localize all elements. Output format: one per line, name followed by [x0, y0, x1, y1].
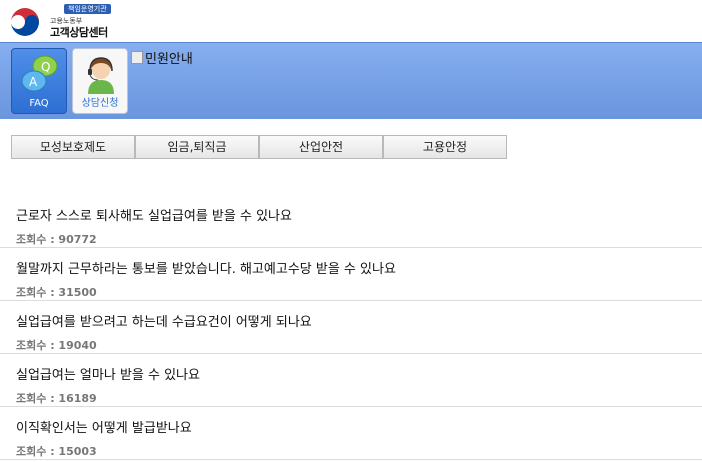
consultation-label: 상담신청 [81, 98, 119, 109]
view-count: 조회수 : 19040 [16, 339, 97, 352]
faq-label: FAQ [29, 98, 49, 109]
view-count: 조회수 : 15003 [16, 445, 97, 458]
list-item[interactable]: 월말까지 근무하라는 통보를 받았습니다. 해고예고수당 받을 수 있나요 조회… [0, 248, 702, 301]
counselor-headset-icon [88, 57, 114, 94]
view-count: 조회수 : 16189 [16, 392, 97, 405]
list-item[interactable]: 근로자 스스로 퇴사해도 실업급여를 받을 수 있나요 조회수 : 90772 [0, 195, 702, 248]
broken-image-icon [131, 51, 143, 64]
center-title[interactable]: 고객상담센터 [50, 24, 108, 40]
svg-text:A: A [29, 75, 38, 89]
category-tabs: 모성보호제도 임금,퇴직금 산업안전 고용안정 [11, 135, 507, 159]
civil-guide-label: 민원안내 [145, 52, 193, 67]
toolbar: Q A FAQ 상담신청 민원안내 [0, 42, 702, 119]
faq-question[interactable]: 월말까지 근무하라는 통보를 받았습니다. 해고예고수당 받을 수 있나요 [16, 248, 702, 277]
list-item[interactable]: 실업급여는 얼마나 받을 수 있나요 조회수 : 16189 [0, 354, 702, 407]
list-item[interactable]: 실업급여를 받으려고 하는데 수급요건이 어떻게 되나요 조회수 : 19040 [0, 301, 702, 354]
faq-question[interactable]: 근로자 스스로 퇴사해도 실업급여를 받을 수 있나요 [16, 195, 702, 224]
faq-list: 근로자 스스로 퇴사해도 실업급여를 받을 수 있나요 조회수 : 90772 … [0, 195, 702, 460]
header: 책임운영기관 고용노동부 고객상담센터 [0, 0, 702, 42]
qa-bubbles-icon: Q A [21, 55, 58, 92]
tab-wages-severance[interactable]: 임금,퇴직금 [135, 135, 259, 159]
tab-industrial-safety[interactable]: 산업안전 [259, 135, 383, 159]
tab-maternity-protection[interactable]: 모성보호제도 [11, 135, 135, 159]
agency-badge: 책임운영기관 [64, 4, 111, 14]
civil-guide-link[interactable]: 민원안내 [131, 48, 193, 67]
view-count: 조회수 : 90772 [16, 233, 97, 246]
view-count: 조회수 : 31500 [16, 286, 97, 299]
faq-question[interactable]: 이직확인서는 어떻게 발급받나요 [16, 407, 702, 436]
government-emblem-icon [10, 7, 40, 37]
faq-question[interactable]: 실업급여를 받으려고 하는데 수급요건이 어떻게 되나요 [16, 301, 702, 330]
faq-question[interactable]: 실업급여는 얼마나 받을 수 있나요 [16, 354, 702, 383]
svg-text:Q: Q [41, 60, 50, 74]
tab-employment-stability[interactable]: 고용안정 [383, 135, 507, 159]
faq-button[interactable]: Q A FAQ [11, 48, 67, 114]
consultation-request-button[interactable]: 상담신청 [72, 48, 128, 114]
list-item[interactable]: 이직확인서는 어떻게 발급받나요 조회수 : 15003 [0, 407, 702, 460]
